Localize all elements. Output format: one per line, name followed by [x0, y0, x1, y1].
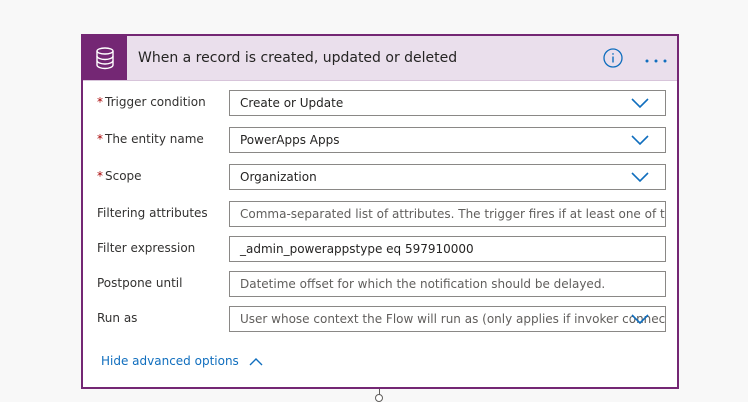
- database-icon: [83, 36, 127, 80]
- trigger-condition-value: Create or Update: [240, 96, 344, 110]
- chevron-down-icon: [631, 314, 649, 325]
- card-header[interactable]: When a record is created, updated or del…: [83, 36, 677, 81]
- chevron-up-icon: [249, 357, 263, 365]
- filter-expression-label: Filter expression: [97, 241, 196, 255]
- postpone-until-input[interactable]: Datetime offset for which the notificati…: [229, 271, 666, 297]
- chevron-down-icon: [631, 135, 649, 146]
- scope-value: Organization: [240, 170, 317, 184]
- trigger-card: When a record is created, updated or del…: [81, 34, 679, 389]
- card-title: When a record is created, updated or del…: [138, 50, 458, 66]
- info-icon[interactable]: [603, 48, 623, 68]
- filtering-attributes-label: Filtering attributes: [97, 206, 208, 220]
- required-marker: *: [97, 132, 103, 146]
- trigger-condition-label: * Trigger condition: [97, 95, 206, 109]
- chevron-down-icon: [631, 98, 649, 109]
- trigger-condition-dropdown[interactable]: Create or Update: [229, 90, 666, 116]
- run-as-label: Run as: [97, 311, 138, 325]
- hide-advanced-options-link[interactable]: Hide advanced options: [101, 354, 263, 368]
- filtering-attributes-input[interactable]: Comma-separated list of attributes. The …: [229, 201, 666, 227]
- entity-name-value: PowerApps Apps: [240, 133, 340, 147]
- flow-connector-node[interactable]: [375, 394, 383, 402]
- chevron-down-icon: [631, 172, 649, 183]
- scope-dropdown[interactable]: Organization: [229, 164, 666, 190]
- filtering-attributes-placeholder: Comma-separated list of attributes. The …: [240, 207, 665, 221]
- filter-expression-value: _admin_powerappstype eq 597910000: [240, 242, 474, 256]
- postpone-until-placeholder: Datetime offset for which the notificati…: [240, 277, 606, 291]
- hide-advanced-options-label: Hide advanced options: [101, 354, 239, 368]
- required-marker: *: [97, 169, 103, 183]
- filter-expression-input[interactable]: _admin_powerappstype eq 597910000: [229, 236, 666, 262]
- run-as-dropdown[interactable]: User whose context the Flow will run as …: [229, 306, 666, 332]
- entity-name-label: * The entity name: [97, 132, 204, 146]
- scope-label: * Scope: [97, 169, 142, 183]
- required-marker: *: [97, 95, 103, 109]
- entity-name-dropdown[interactable]: PowerApps Apps: [229, 127, 666, 153]
- more-options-icon[interactable]: [643, 52, 669, 64]
- run-as-placeholder: User whose context the Flow will run as …: [240, 312, 666, 326]
- postpone-until-label: Postpone until: [97, 276, 183, 290]
